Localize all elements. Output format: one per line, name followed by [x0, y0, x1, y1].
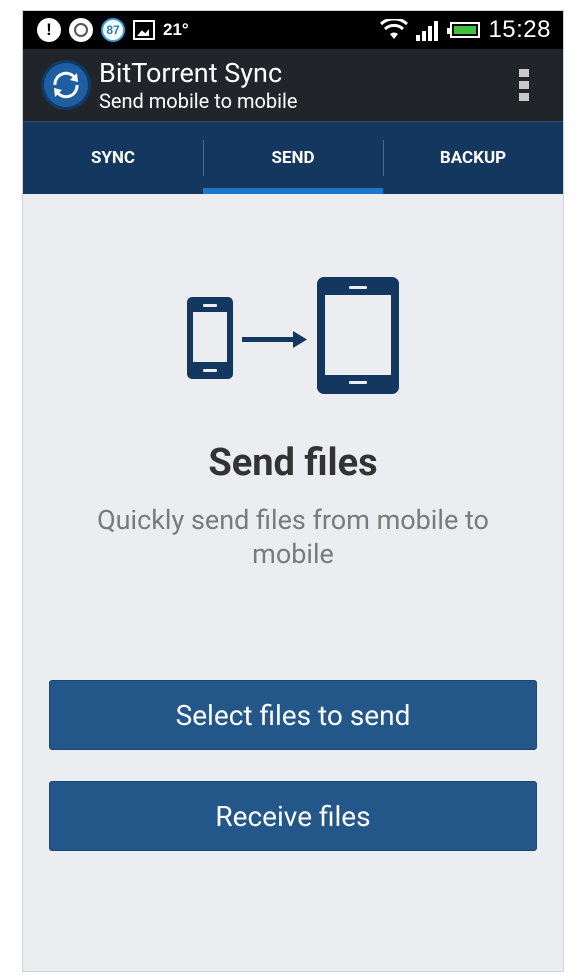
wifi-icon — [380, 19, 409, 39]
tab-backup[interactable]: BACKUP — [383, 122, 563, 194]
status-bar: ! 87 21° 15:28 — [23, 11, 563, 49]
tab-send[interactable]: SEND — [203, 122, 383, 194]
temperature: 21° — [163, 20, 189, 39]
signal-icon — [416, 21, 439, 41]
tab-sync[interactable]: SYNC — [23, 122, 203, 194]
notification-badge: 87 — [101, 18, 125, 42]
action-bar: BitTorrent Sync Send mobile to mobile — [23, 49, 563, 121]
app-subtitle: Send mobile to mobile — [99, 88, 298, 113]
page-description: Quickly send files from mobile to mobile — [97, 504, 489, 570]
phone-screen: ! 87 21° 15:28 BitTorrent Sync Send mobi… — [22, 10, 564, 972]
receive-files-button[interactable]: Receive files — [49, 781, 537, 851]
battery-icon — [447, 22, 481, 38]
alert-icon: ! — [37, 18, 61, 42]
app-title: BitTorrent Sync — [99, 56, 283, 89]
clock: 15:28 — [488, 16, 551, 43]
tab-bar: SYNC SEND BACKUP — [23, 121, 563, 194]
phone-to-tablet-transfer-icon — [185, 277, 401, 399]
image-icon — [133, 20, 155, 40]
page-heading: Send files — [208, 441, 378, 485]
select-files-button[interactable]: Select files to send — [49, 680, 537, 750]
overflow-menu-icon[interactable] — [519, 69, 529, 101]
sync-status-icon — [69, 18, 93, 42]
bittorrent-sync-logo-icon[interactable] — [41, 60, 91, 110]
